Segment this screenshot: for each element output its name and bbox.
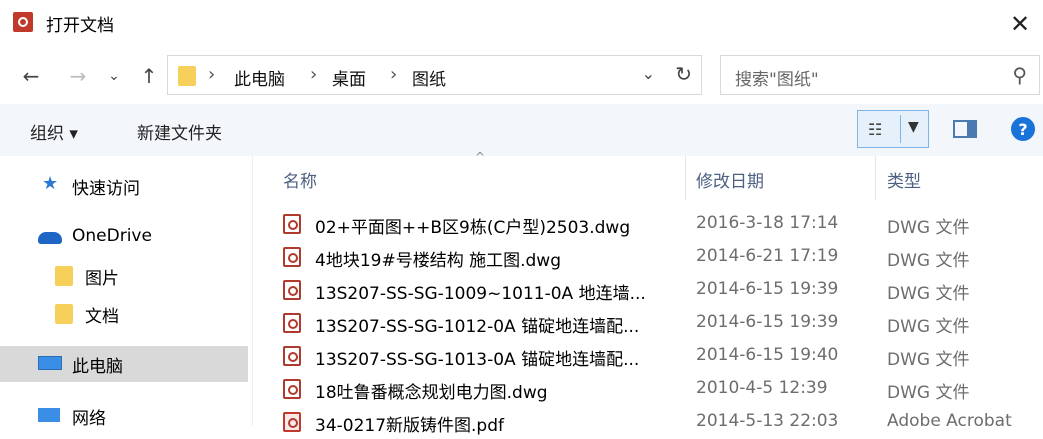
title-bar: 打开文档 ✕	[0, 0, 1043, 48]
file-type: DWG 文件	[887, 317, 970, 337]
address-bar[interactable]: › 此电脑 › 桌面 › 图纸 ⌄ ↻	[167, 55, 702, 95]
search-icon: ⚲	[1012, 63, 1027, 87]
search-box[interactable]: 搜索"图纸" ⚲	[720, 55, 1040, 95]
file-name: 4地块19#号楼结构 施工图.dwg	[315, 251, 561, 271]
file-name: 34-0217新版铸件图.pdf	[315, 416, 505, 436]
file-type: DWG 文件	[887, 218, 970, 238]
sidebar-item-label: 网络	[72, 409, 106, 429]
folder-icon	[55, 304, 73, 324]
sidebar-item-network[interactable]: 网络	[0, 398, 248, 434]
view-options-button[interactable]: ☷ ▼	[857, 110, 929, 148]
file-date: 2010-4-5 12:39	[696, 378, 828, 398]
file-row[interactable]: 13S207-SS-SG-1012-0A 锚碇地连墙配... 2014-6-15…	[253, 307, 1043, 340]
folder-icon	[178, 66, 196, 86]
sidebar-item-onedrive[interactable]: OneDrive	[0, 220, 248, 256]
breadcrumb-separator: ›	[390, 64, 398, 85]
navigation-bar: ← → ⌄ ↑ › 此电脑 › 桌面 › 图纸 ⌄ ↻ 搜索"图纸" ⚲	[0, 55, 1043, 97]
breadcrumb-desktop[interactable]: 桌面	[332, 65, 366, 90]
file-date: 2014-6-15 19:39	[696, 279, 839, 299]
file-date: 2014-6-15 19:40	[696, 345, 839, 365]
sidebar-item-this-pc[interactable]: 此电脑	[0, 346, 248, 382]
file-type: DWG 文件	[887, 251, 970, 271]
star-icon: ★	[42, 173, 59, 194]
dwg-file-icon	[283, 313, 301, 333]
column-divider[interactable]	[875, 156, 876, 200]
sidebar-item-label: OneDrive	[72, 226, 152, 246]
search-input[interactable]: 搜索"图纸"	[735, 65, 819, 90]
sort-ascending-icon: ^	[475, 150, 486, 164]
refresh-icon[interactable]: ↻	[675, 62, 692, 86]
file-name: 18吐鲁番概念规划电力图.dwg	[315, 383, 548, 403]
column-headers: ^ 名称 修改日期 类型	[253, 150, 1043, 200]
file-date: 2014-5-13 22:03	[696, 411, 839, 431]
recent-locations-button[interactable]: ⌄	[104, 55, 124, 97]
breadcrumb-separator: ›	[310, 64, 318, 85]
dwg-file-icon	[283, 379, 301, 399]
breadcrumb-drawings[interactable]: 图纸	[412, 65, 446, 90]
file-date: 2014-6-21 17:19	[696, 246, 839, 266]
sidebar-item-documents[interactable]: 文档	[0, 296, 248, 332]
help-button[interactable]: ?	[1011, 117, 1035, 141]
column-header-name[interactable]: 名称	[283, 167, 317, 192]
file-type: DWG 文件	[887, 284, 970, 304]
app-icon	[13, 12, 33, 32]
network-icon	[38, 408, 60, 422]
column-header-date[interactable]: 修改日期	[696, 167, 764, 192]
sidebar-item-quick-access[interactable]: ★ 快速访问	[0, 168, 248, 204]
file-name: 13S207-SS-SG-1009~1011-0A 地连墙...	[315, 284, 646, 304]
sidebar-item-pictures[interactable]: 图片	[0, 258, 248, 294]
window-title: 打开文档	[46, 16, 114, 36]
command-toolbar: 组织 ▾ 新建文件夹 ☷ ▼ ?	[0, 104, 1043, 156]
folder-icon	[55, 266, 73, 286]
file-type: DWG 文件	[887, 350, 970, 370]
dwg-file-icon	[283, 280, 301, 300]
chevron-down-icon[interactable]: ▼	[908, 119, 919, 135]
organize-button[interactable]: 组织 ▾	[30, 119, 78, 144]
file-row[interactable]: 13S207-SS-SG-1009~1011-0A 地连墙... 2014-6-…	[253, 274, 1043, 307]
computer-icon	[38, 356, 62, 370]
file-row[interactable]: 02+平面图++B区9栋(C户型)2503.dwg 2016-3-18 17:1…	[253, 208, 1043, 241]
file-name: 13S207-SS-SG-1013-0A 锚碇地连墙配...	[315, 350, 640, 370]
forward-button[interactable]: →	[66, 55, 90, 97]
cloud-icon	[38, 232, 62, 244]
file-type: DWG 文件	[887, 383, 970, 403]
file-name: 02+平面图++B区9栋(C户型)2503.dwg	[315, 218, 631, 238]
file-date: 2016-3-18 17:14	[696, 213, 839, 233]
file-row[interactable]: 18吐鲁番概念规划电力图.dwg 2010-4-5 12:39 DWG 文件	[253, 373, 1043, 406]
close-button[interactable]: ✕	[997, 0, 1043, 48]
sidebar-item-label: 此电脑	[72, 357, 123, 377]
preview-pane-icon[interactable]	[953, 120, 977, 138]
sidebar-item-label: 快速访问	[72, 179, 140, 199]
breadcrumb-this-pc[interactable]: 此电脑	[234, 65, 285, 90]
details-view-icon: ☷	[868, 120, 883, 139]
dwg-file-icon	[283, 247, 301, 267]
navigation-pane: ★ 快速访问 OneDrive 图片 文档 此电脑 网络	[0, 156, 252, 429]
sidebar-item-label: 文档	[85, 307, 119, 327]
breadcrumb-separator: ›	[208, 64, 216, 85]
dwg-file-icon	[283, 346, 301, 366]
file-name: 13S207-SS-SG-1012-0A 锚碇地连墙配...	[315, 317, 640, 337]
close-icon: ✕	[1009, 10, 1031, 38]
back-button[interactable]: ←	[16, 55, 46, 97]
file-row[interactable]: 4地块19#号楼结构 施工图.dwg 2014-6-21 17:19 DWG 文…	[253, 241, 1043, 274]
pdf-file-icon	[283, 412, 301, 432]
file-row[interactable]: 13S207-SS-SG-1013-0A 锚碇地连墙配... 2014-6-15…	[253, 340, 1043, 373]
file-type: Adobe Acrobat	[887, 411, 1012, 431]
column-divider[interactable]	[685, 156, 686, 200]
file-row[interactable]: 34-0217新版铸件图.pdf 2014-5-13 22:03 Adobe A…	[253, 406, 1043, 439]
address-dropdown-icon[interactable]: ⌄	[642, 64, 655, 83]
sidebar-item-label: 图片	[85, 269, 119, 289]
up-button[interactable]: ↑	[136, 55, 162, 97]
divider	[900, 115, 901, 143]
new-folder-button[interactable]: 新建文件夹	[137, 119, 222, 144]
column-header-type[interactable]: 类型	[887, 167, 921, 192]
dwg-file-icon	[283, 214, 301, 234]
file-date: 2014-6-15 19:39	[696, 312, 839, 332]
